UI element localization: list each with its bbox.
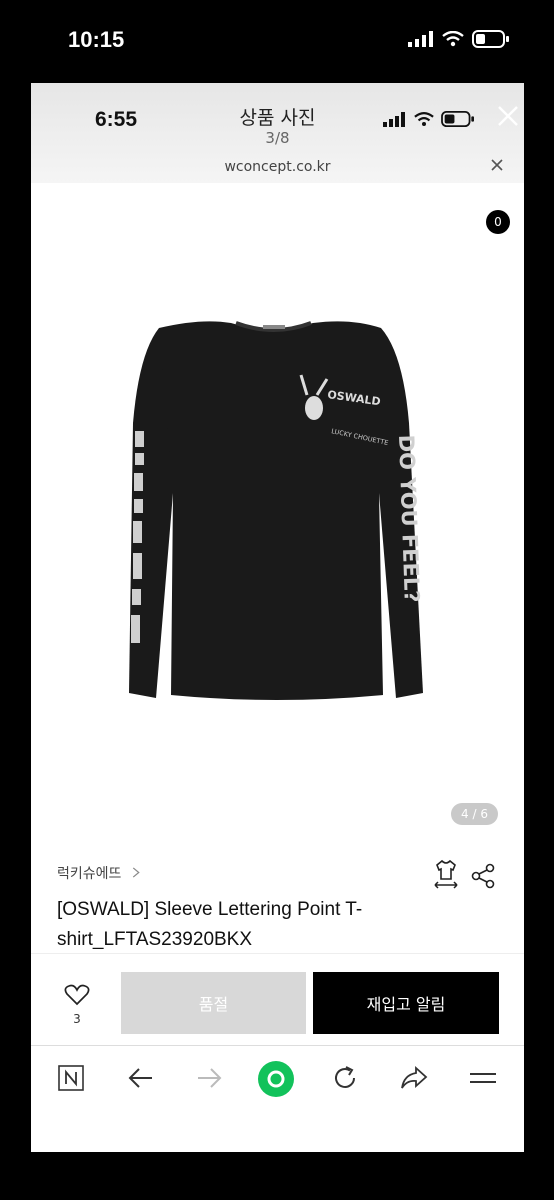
viewer-photo-count: 3/8 — [265, 129, 290, 147]
like-count: 3 — [73, 1012, 81, 1026]
purchase-action-bar: 3 품절 재입고 알림 — [31, 953, 524, 1044]
restock-alert-button[interactable]: 재입고 알림 — [313, 972, 499, 1034]
heart-icon — [64, 984, 90, 1006]
outer-status-icons — [408, 30, 510, 48]
green-home-button-icon[interactable] — [257, 1060, 295, 1098]
wifi-icon — [442, 31, 464, 47]
inner-status-icons — [383, 111, 475, 127]
brand-link[interactable]: 럭키슈에뜨 — [57, 863, 140, 883]
app-bar: 0 — [31, 183, 524, 253]
photo-viewer-header: 6:55 상품 사진 3/8 wconcept.co.kr — [31, 83, 524, 183]
browser-forward-icon[interactable] — [195, 1064, 223, 1092]
menu-icon[interactable] — [469, 1064, 497, 1092]
back-arrow-icon[interactable] — [55, 203, 81, 225]
brand-name: 럭키슈에뜨 — [57, 866, 122, 882]
share-icon[interactable] — [471, 863, 495, 889]
product-title: [OSWALD] Sleeve Lettering Point T-shirt_… — [57, 899, 363, 950]
reload-icon[interactable] — [331, 1064, 359, 1092]
chevron-right-icon — [132, 867, 140, 878]
cellular-signal-icon — [408, 31, 433, 47]
wifi-icon — [414, 111, 434, 126]
cart-count-badge: 0 — [486, 210, 510, 234]
sold-out-button[interactable]: 품절 — [121, 972, 306, 1034]
image-counter: 4 / 6 — [451, 803, 498, 825]
naver-n-icon[interactable] — [57, 1064, 85, 1092]
product-shirt-image: OSWALD LUCKY CHOUETTE DO YOU FEEL? — [129, 321, 424, 700]
viewer-url: wconcept.co.kr — [224, 159, 331, 175]
battery-icon — [472, 30, 509, 48]
product-image[interactable]: OSWALD LUCKY CHOUETTE DO YOU FEEL? — [31, 253, 524, 833]
browser-share-icon[interactable] — [399, 1064, 429, 1092]
search-icon[interactable] — [431, 203, 455, 227]
phone-screen: 6:55 상품 사진 3/8 wconcept.co.kr 0 OSWALD L… — [31, 83, 524, 1152]
close-url-icon[interactable] — [491, 159, 503, 171]
close-viewer-icon[interactable] — [497, 105, 519, 127]
outer-status-bar: 10:15 — [0, 0, 554, 84]
outer-status-time: 10:15 — [68, 27, 125, 52]
browser-toolbar — [31, 1045, 524, 1116]
home-icon[interactable] — [383, 203, 409, 227]
battery-icon — [441, 111, 474, 127]
home-indicator[interactable] — [190, 1135, 365, 1141]
like-button[interactable]: 3 — [61, 984, 93, 1026]
size-guide-icon[interactable] — [433, 859, 459, 889]
browser-back-icon[interactable] — [127, 1064, 155, 1092]
cellular-signal-icon — [383, 111, 405, 127]
